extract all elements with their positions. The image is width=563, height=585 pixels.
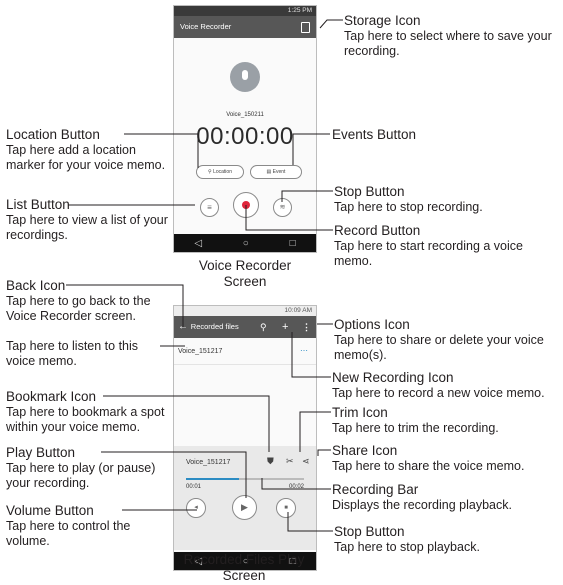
callout-desc: Tap here to stop recording. <box>334 200 483 214</box>
callout-events-button: Events Button <box>332 127 532 143</box>
callout-title: Record Button <box>334 223 421 238</box>
callout-title: Back Icon <box>6 278 66 293</box>
callout-title: New Recording Icon <box>332 370 454 385</box>
callout-title: Stop Button <box>334 184 405 199</box>
callout-desc: Tap here to play (or pause) your recordi… <box>6 461 156 490</box>
callout-desc: Tap here to share the voice memo. <box>332 459 525 473</box>
callout-volume-button: Volume Button Tap here to control the vo… <box>6 503 161 549</box>
callout-new-recording-icon: New Recording Icon Tap here to record a … <box>332 370 562 401</box>
callout-desc: Tap here to listen to this voice memo. <box>6 339 139 368</box>
line-share <box>317 449 331 456</box>
callout-title: Trim Icon <box>332 405 388 420</box>
line-recbar <box>261 478 331 490</box>
callout-stop-button-1: Stop Button Tap here to stop recording. <box>334 184 554 215</box>
callout-title: Bookmark Icon <box>6 389 97 404</box>
callout-recording-bar: Recording Bar Displays the recording pla… <box>332 482 557 513</box>
callout-title: Storage Icon <box>344 13 421 28</box>
callout-storage-icon: Storage Icon Tap here to select where to… <box>344 13 554 59</box>
callout-desc: Tap here to select where to save your re… <box>344 29 552 58</box>
callout-title: Play Button <box>6 445 76 460</box>
callout-desc: Tap here to trim the recording. <box>332 421 499 435</box>
callout-title: Events Button <box>332 127 417 142</box>
callout-play-button: Play Button Tap here to play (or pause) … <box>6 445 166 491</box>
callout-desc: Displays the recording playback. <box>332 498 512 512</box>
callout-desc: Tap here to bookmark a spot within your … <box>6 405 165 434</box>
callout-title: Location Button <box>6 127 100 142</box>
callout-desc: Tap here to control the volume. <box>6 519 131 548</box>
callout-location-button: Location Button Tap here add a location … <box>6 127 171 173</box>
callout-desc: Tap here to view a list of your recordin… <box>6 213 168 242</box>
callout-title: Stop Button <box>334 524 405 539</box>
line-stop1 <box>281 190 333 202</box>
callout-title: Recording Bar <box>332 482 419 497</box>
callout-desc: Tap here to start recording a voice memo… <box>334 239 523 268</box>
callout-listen: Tap here to listen to this voice memo. <box>6 339 166 369</box>
callout-desc: Tap here to record a new voice memo. <box>332 386 545 400</box>
callout-bookmark-icon: Bookmark Icon Tap here to bookmark a spo… <box>6 389 178 435</box>
line-trim <box>299 411 331 452</box>
callout-desc: Tap here to stop playback. <box>334 540 480 554</box>
callout-back-icon: Back Icon Tap here to go back to the Voi… <box>6 278 178 324</box>
callout-record-button: Record Button Tap here to start recordin… <box>334 223 524 269</box>
line-stop2 <box>287 512 333 532</box>
callout-title: Share Icon <box>332 443 398 458</box>
callout-desc: Tap here add a location marker for your … <box>6 143 166 172</box>
callout-title: List Button <box>6 197 70 212</box>
line-events <box>292 133 330 165</box>
callout-options-icon: Options Icon Tap here to share or delete… <box>334 317 544 363</box>
callout-list-button: List Button Tap here to view a list of y… <box>6 197 171 243</box>
callout-desc: Tap here to go back to the Voice Recorde… <box>6 294 151 323</box>
callout-title: Options Icon <box>334 317 410 332</box>
callout-desc: Tap here to share or delete your voice m… <box>334 333 544 362</box>
line-record <box>245 205 333 231</box>
callout-share-icon: Share Icon Tap here to share the voice m… <box>332 443 557 474</box>
line-newrec <box>291 332 331 378</box>
callout-title: Volume Button <box>6 503 94 518</box>
line-storage <box>319 19 343 29</box>
callout-trim-icon: Trim Icon Tap here to trim the recording… <box>332 405 552 436</box>
callout-stop-button-2: Stop Button Tap here to stop playback. <box>334 524 554 555</box>
